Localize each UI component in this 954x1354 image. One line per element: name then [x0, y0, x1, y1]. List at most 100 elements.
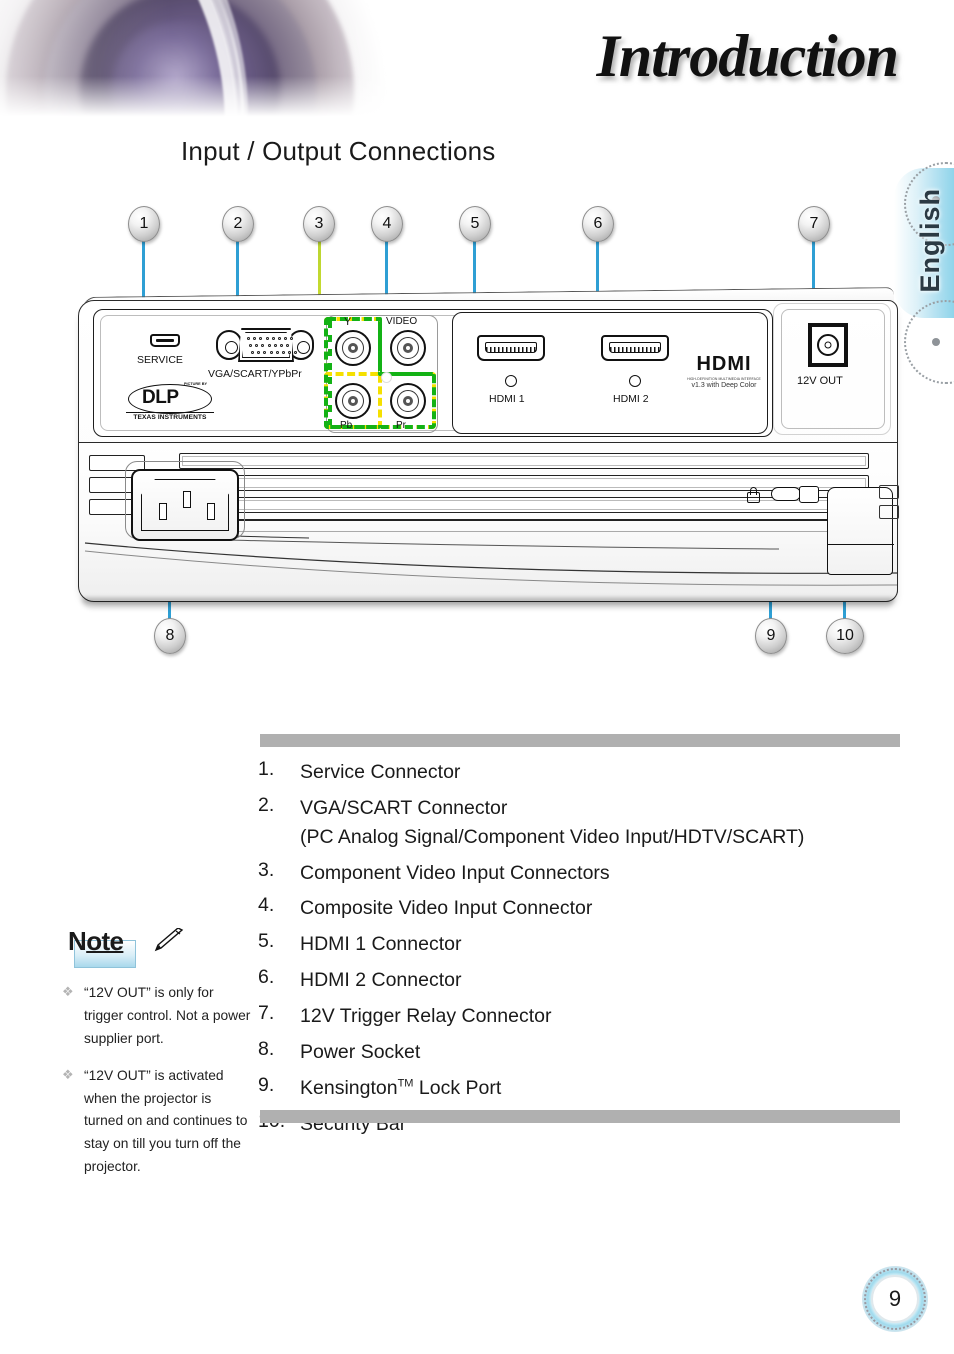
- list-item-number: 9.: [258, 1073, 275, 1096]
- hdmi-2-label: HDMI 2: [613, 393, 649, 405]
- note-item-text: “12V OUT” is activated when the projecto…: [84, 1067, 248, 1175]
- page-number-badge: 9: [862, 1266, 928, 1332]
- list-top-divider: [260, 734, 900, 747]
- note-bullet-icon: ❖: [62, 1066, 74, 1082]
- pr-label: Pr: [396, 420, 406, 431]
- service-usb-port-icon: [150, 334, 180, 347]
- callout-2[interactable]: 2: [222, 206, 254, 242]
- list-item-number: 8.: [258, 1037, 275, 1060]
- callout-8[interactable]: 8: [154, 618, 186, 654]
- header-banner: Introduction: [0, 0, 954, 122]
- y-label: Y: [344, 316, 352, 328]
- hdmi-1-port-icon: [477, 335, 545, 361]
- hdmi-plate: HDMI 1 HDMI 2 HDMI HIGH-DEFINITION MULTI…: [452, 312, 768, 434]
- list-item: 9. KensingtonTM Lock Port: [258, 1074, 918, 1103]
- list-item-text: VGA/SCART Connector: [300, 796, 508, 819]
- video-label: VIDEO: [386, 316, 418, 327]
- callout-3[interactable]: 3: [303, 206, 335, 242]
- vent-slot-1: [179, 453, 869, 469]
- list-item-text: (PC Analog Signal/Component Video Input/…: [300, 825, 805, 848]
- hdmi-logo-fineprint: HIGH-DEFINITION MULTIMEDIA INTERFACE: [687, 377, 761, 381]
- io-plate: SERVICE DLP PICTURE BY TEXAS INSTRUMENTS: [93, 309, 773, 437]
- component-pb-jack-icon: [335, 383, 371, 419]
- note-bullet-icon: ❖: [62, 984, 74, 999]
- note-heading: Note: [68, 926, 124, 956]
- list-item-number: 4.: [258, 894, 275, 917]
- security-bar-icon: [827, 487, 894, 575]
- projector-chassis: [78, 442, 899, 602]
- page-number-value: 9: [871, 1275, 919, 1323]
- callout-2-label: 2: [233, 215, 243, 232]
- chassis-right-notch-2: [879, 505, 899, 519]
- callout-7-label: 7: [809, 215, 819, 232]
- dc-jack-plate-outer: [773, 303, 891, 435]
- callout-9-label: 9: [766, 627, 776, 644]
- section-title: Input / Output Connections: [181, 136, 496, 166]
- trademark-superscript: TM: [397, 1077, 414, 1090]
- callout-6[interactable]: 6: [582, 206, 614, 242]
- component-pr-jack-icon: [390, 383, 426, 419]
- list-item-continuation: (PC Analog Signal/Component Video Input/…: [258, 823, 918, 852]
- list-item-number: 1.: [258, 758, 275, 780]
- kensington-lock-port: [771, 487, 801, 501]
- composite-video-jack-icon: [390, 330, 426, 366]
- callout-9[interactable]: 9: [755, 618, 787, 654]
- power-socket-icon: [131, 469, 239, 541]
- list-item-number: 7.: [258, 1002, 275, 1025]
- list-item-text: Service Connector: [300, 761, 461, 783]
- component-y-jack-icon: [335, 330, 371, 366]
- hdmi-2-indicator-icon: [629, 375, 641, 387]
- list-item-text: 12V Trigger Relay Connector: [300, 1005, 552, 1028]
- note-icon: Note: [68, 926, 184, 968]
- dlp-picture-by-text: PICTURE BY: [184, 382, 207, 386]
- callout-7[interactable]: 7: [798, 206, 830, 242]
- list-bottom-divider: [260, 1110, 900, 1123]
- note-item: ❖ “12V OUT” is activated when the projec…: [62, 1065, 252, 1179]
- io-panel-diagram: 1 2 3 4 5 6 7 8 9 10 SERVICE DLP PICTURE…: [60, 200, 920, 660]
- list-item-text: Power Socket: [300, 1040, 421, 1063]
- list-item-text-tail: Lock Port: [413, 1076, 502, 1099]
- list-item-number: 3.: [258, 858, 275, 881]
- callout-1-label: 1: [139, 215, 149, 232]
- tab-dot-bottom: [932, 338, 940, 346]
- list-item-number: 5.: [258, 930, 275, 953]
- callout-3-label: 3: [314, 215, 324, 232]
- list-item: 1. Service Connector: [258, 758, 918, 787]
- callout-10[interactable]: 10: [826, 618, 864, 654]
- list-item-text-main: Kensington: [300, 1076, 398, 1099]
- list-item: 5. HDMI 1 Connector: [258, 930, 918, 959]
- list-item-text: HDMI 2 Connector: [300, 969, 462, 992]
- list-item: 4. Composite Video Input Connector: [258, 894, 918, 923]
- note-heading-underlined: ote: [86, 926, 124, 956]
- callout-1[interactable]: 1: [128, 206, 160, 242]
- hdmi-logo-word: HDMI: [696, 353, 752, 375]
- callout-4[interactable]: 4: [371, 206, 403, 242]
- callout-4-label: 4: [382, 215, 392, 232]
- callout-5[interactable]: 5: [459, 206, 491, 242]
- service-label: SERVICE: [137, 354, 183, 366]
- list-item-number: 6.: [258, 966, 275, 989]
- hdmi-1-indicator-icon: [505, 375, 517, 387]
- kensington-lock-port-2: [799, 486, 819, 503]
- callout-8-label: 8: [165, 627, 175, 644]
- chassis-right-notch-1: [879, 485, 899, 499]
- chassis-drop-shadow: [82, 598, 894, 610]
- texas-instruments-text: TEXAS INSTRUMENTS: [126, 412, 214, 421]
- page-title: Introduction: [596, 23, 899, 89]
- hdmi-2-port-icon: [601, 335, 669, 361]
- list-item: 6. HDMI 2 Connector: [258, 966, 918, 995]
- hdmi-logo: HDMI HIGH-DEFINITION MULTIMEDIA INTERFAC…: [683, 353, 765, 389]
- connector-list: 1. Service Connector 2. VGA/SCART Connecto…: [258, 758, 918, 1145]
- hdmi-logo-subtitle: v1.3 with Deep Color: [691, 382, 757, 389]
- note-list: ❖ “12V OUT” is only for trigger control.…: [62, 982, 252, 1193]
- component-highlight-green-divider: [378, 317, 382, 375]
- dlp-logo: DLP PICTURE BY TEXAS INSTRUMENTS: [126, 382, 214, 421]
- list-item-number: 2.: [258, 793, 275, 816]
- manual-page: Introduction Input / Output Connections …: [0, 0, 954, 1354]
- list-item: 7. 12V Trigger Relay Connector: [258, 1002, 918, 1031]
- list-item: 2. VGA/SCART Connector: [258, 794, 918, 823]
- list-item-text: Component Video Input Connectors: [300, 861, 610, 884]
- vga-label: VGA/SCART/YPbPr: [208, 368, 302, 380]
- callout-5-label: 5: [470, 215, 480, 232]
- list-item-text: Composite Video Input Connector: [300, 897, 593, 920]
